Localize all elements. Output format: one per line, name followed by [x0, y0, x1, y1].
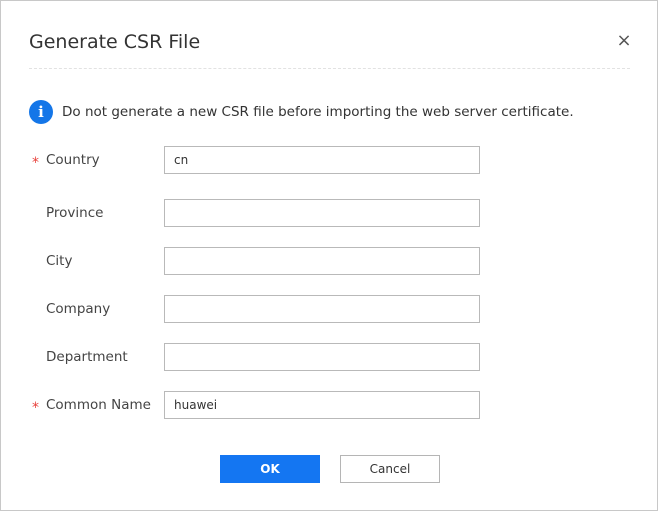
- department-label: Department: [46, 349, 128, 365]
- field-department: Department: [1, 343, 657, 371]
- city-input[interactable]: [164, 247, 480, 275]
- field-country: * Country: [1, 146, 657, 174]
- field-company: Company: [1, 295, 657, 323]
- ok-button[interactable]: OK: [220, 455, 320, 483]
- city-label: City: [46, 253, 73, 269]
- info-message: Do not generate a new CSR file before im…: [62, 104, 574, 120]
- header-divider: [29, 68, 630, 69]
- field-common-name: * Common Name: [1, 391, 657, 419]
- field-province: Province: [1, 199, 657, 227]
- close-icon[interactable]: ×: [615, 32, 633, 50]
- department-input[interactable]: [164, 343, 480, 371]
- info-icon: i: [29, 100, 53, 124]
- company-input[interactable]: [164, 295, 480, 323]
- dialog-title: Generate CSR File: [29, 31, 201, 53]
- common-name-label: Common Name: [46, 397, 151, 413]
- field-city: City: [1, 247, 657, 275]
- generate-csr-dialog: Generate CSR File × i Do not generate a …: [0, 0, 658, 511]
- cancel-button[interactable]: Cancel: [340, 455, 440, 483]
- province-label: Province: [46, 205, 104, 221]
- country-input[interactable]: [164, 146, 480, 174]
- province-input[interactable]: [164, 199, 480, 227]
- common-name-input[interactable]: [164, 391, 480, 419]
- company-label: Company: [46, 301, 111, 317]
- required-asterisk: *: [32, 400, 39, 416]
- required-asterisk: *: [32, 155, 39, 171]
- country-label: Country: [46, 152, 100, 168]
